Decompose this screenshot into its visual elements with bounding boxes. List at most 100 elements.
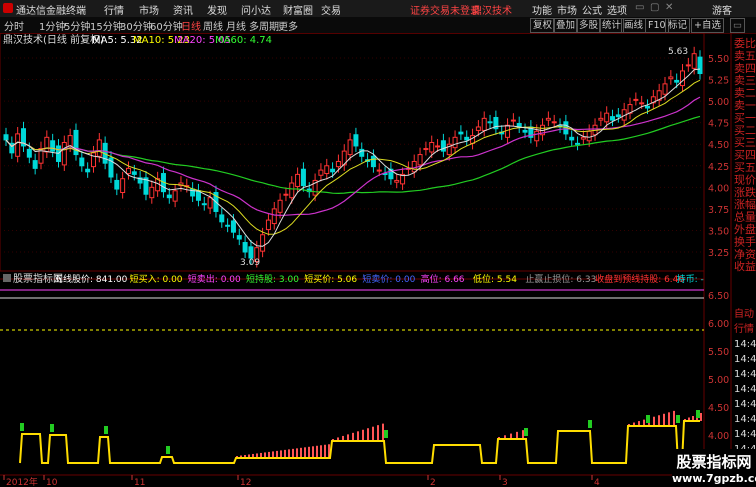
candle-body (575, 142, 581, 145)
quote-field-label: 外盘 (734, 222, 756, 236)
sub-y-tick-label: 5.50 (708, 347, 729, 358)
tf-30min[interactable]: 30分钟 (120, 18, 153, 33)
quote-field-label: 买四 (734, 149, 756, 162)
sub-chart-bars (20, 410, 702, 458)
candle-body (166, 194, 172, 199)
tf-weekly[interactable]: 周线 (203, 18, 223, 33)
main-y-tick-label: 4.50 (708, 140, 729, 151)
quote-field-label: 买二 (734, 124, 756, 137)
x-axis: 2012年 10 11 12 2 3 4 (3, 475, 600, 487)
minimize-icon[interactable]: ▭ (635, 2, 644, 13)
candle-body (271, 208, 277, 225)
candle-body (26, 148, 32, 158)
tf-daily[interactable]: 日线 (181, 18, 201, 33)
candle-body (335, 160, 341, 168)
tf-monthly[interactable]: 月线 (226, 18, 246, 33)
tick-time-label: 14:47 (734, 354, 756, 365)
candle-body (330, 168, 336, 173)
nav-faxian[interactable]: 发现 (207, 2, 227, 17)
candle-body (645, 105, 651, 109)
tf-multi[interactable]: 多周期 (249, 18, 279, 33)
tick-time-label: 14:47 (734, 429, 756, 440)
tick-time-label: 14:47 (734, 339, 756, 350)
candle-body (545, 117, 551, 121)
close-icon[interactable]: ✕ (665, 2, 673, 13)
candle-body (230, 220, 236, 233)
layout-toggle-icon[interactable]: ▭ (730, 18, 745, 33)
candle-body (207, 197, 213, 209)
candle-body (50, 140, 56, 152)
candle-body (242, 242, 248, 253)
quote-field-label: 现价 (734, 173, 756, 186)
nav-hangqing[interactable]: 行情 (104, 2, 124, 17)
nav-shichang[interactable]: 市场 (139, 2, 159, 17)
tf-1min[interactable]: 1分钟 (39, 18, 65, 33)
login-notice[interactable]: 证券交易未登录 (410, 2, 480, 17)
tf-5min[interactable]: 5分钟 (64, 18, 90, 33)
btn-biaoji[interactable]: 标记 (665, 18, 691, 33)
nav-wenxiaoda[interactable]: 问小达 (241, 2, 271, 17)
sub-bar (276, 450, 278, 458)
candle-body (347, 139, 353, 156)
tf-60min[interactable]: 60分钟 (150, 18, 183, 33)
main-chart-title: 鼎汉技术(日线 前复权) (3, 33, 104, 46)
restore-icon[interactable]: ▢ (650, 2, 659, 13)
sub-bar (324, 444, 326, 458)
user-label[interactable]: 游客 (712, 2, 732, 17)
candle-body (580, 136, 586, 140)
quote-field-label: 换手 (734, 234, 756, 248)
sub-green-marker (696, 410, 700, 418)
candle-body (289, 182, 295, 199)
watermark-title: 股票指标网 (676, 453, 752, 471)
watermark-url: www.7gpzb.com (672, 472, 756, 485)
sub-label-1: 短买入: 0.00 (130, 273, 183, 285)
btn-zixuan[interactable]: +自选 (691, 18, 724, 33)
nav-caifuquan[interactable]: 财富圈 (283, 2, 313, 17)
main-y-tick-label: 3.75 (708, 205, 729, 216)
btn-diejia[interactable]: 叠加 (553, 18, 579, 33)
menu-shichang[interactable]: 市场 (557, 2, 577, 17)
sub-bar (296, 448, 298, 458)
candle-body (376, 169, 382, 172)
menu-gongneng[interactable]: 功能 (532, 2, 552, 17)
candle-body (15, 133, 21, 157)
candle-body (85, 168, 91, 173)
quote-field-label: 涨跌 (734, 185, 756, 199)
candle-body (90, 152, 96, 168)
low-price-mark: 3.09 (240, 258, 260, 268)
candle-body (610, 116, 616, 121)
btn-duogu[interactable]: 多股 (576, 18, 602, 33)
nav-zixun[interactable]: 资讯 (173, 2, 193, 17)
sub-chart-settings-icon[interactable] (3, 274, 11, 282)
sub-green-marker (524, 428, 528, 436)
tf-fenshi[interactable]: 分时 (4, 18, 24, 33)
sub-y-tick-label: 4.00 (708, 431, 729, 442)
tf-more[interactable]: 更多 (278, 18, 298, 33)
candle-body (534, 130, 540, 142)
x-axis-label: 10 (46, 478, 58, 487)
candle-body (429, 141, 435, 153)
sub-y-tick-label: 4.50 (708, 403, 729, 414)
btn-huaxian[interactable]: 画线 (621, 18, 647, 33)
current-stock-tag[interactable]: 鼎汉技术 (472, 2, 512, 17)
candle-body (283, 193, 289, 196)
menu-xuanxiang[interactable]: 选项 (607, 2, 627, 17)
sub-bar (352, 432, 354, 441)
sub-y-tick-label: 6.50 (708, 291, 729, 302)
candle-body (604, 112, 610, 123)
btn-fuquan[interactable]: 复权 (530, 18, 556, 33)
stock-chart[interactable]: 鼎汉技术(日线 前复权) MA5: 5.32 MA10: 5.23 MA20: … (0, 33, 756, 487)
tf-15min[interactable]: 15分钟 (90, 18, 123, 33)
x-axis-label: 2 (430, 478, 436, 487)
sub-chart-labels: 五线股价: 841.00 短买入: 0.00 短卖出: 0.00 短持股: 3.00 短… (54, 273, 704, 285)
sub-bar (300, 447, 302, 458)
candle-body (394, 179, 400, 183)
sub-label-6: 高位: 6.66 (421, 273, 465, 285)
menu-gongshi[interactable]: 公式 (582, 2, 602, 17)
nav-jiaoyi[interactable]: 交易 (321, 2, 341, 17)
sub-label-7: 低位: 5.54 (473, 273, 517, 285)
quote-field-label: 卖三 (734, 74, 756, 87)
sub-bar (673, 410, 675, 426)
candle-body (487, 121, 493, 124)
sub-bar (663, 413, 665, 426)
